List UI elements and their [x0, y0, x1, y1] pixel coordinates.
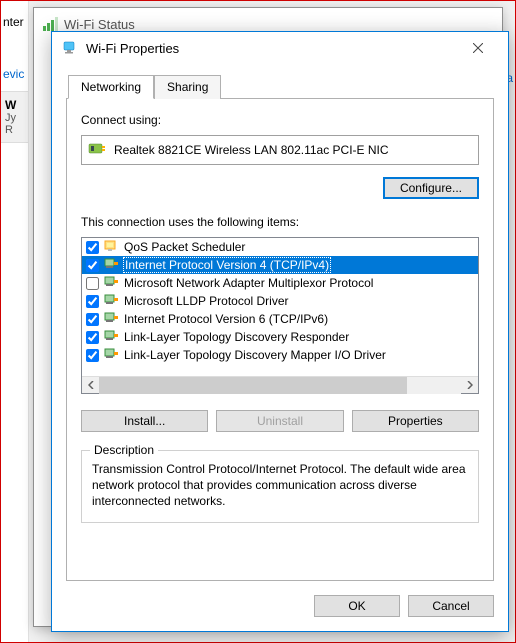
- list-item[interactable]: Microsoft Network Adapter Multiplexor Pr…: [82, 274, 478, 292]
- description-label: Description: [90, 443, 158, 457]
- chevron-right-icon: [467, 381, 473, 389]
- cancel-button[interactable]: Cancel: [408, 595, 494, 617]
- connect-using-label: Connect using:: [81, 113, 479, 127]
- protocol-icon: [103, 257, 119, 273]
- signal-icon: [42, 16, 58, 32]
- description-text: Transmission Control Protocol/Internet P…: [92, 461, 468, 510]
- list-item[interactable]: Link-Layer Topology Discovery Responder: [82, 328, 478, 346]
- titlebar[interactable]: Wi-Fi Properties: [52, 32, 508, 64]
- nic-icon: [88, 141, 106, 159]
- list-item[interactable]: Microsoft LLDP Protocol Driver: [82, 292, 478, 310]
- wifi-properties-dialog: Wi-Fi Properties Networking Sharing Conn…: [51, 31, 509, 632]
- scrollbar-thumb[interactable]: [99, 377, 407, 394]
- tab-networking[interactable]: Networking: [68, 75, 154, 99]
- bg-text: W Jy R: [1, 91, 28, 143]
- dialog-title: Wi-Fi Properties: [86, 41, 179, 56]
- list-item[interactable]: QoS Packet Scheduler: [82, 238, 478, 256]
- networking-panel: Connect using: Realtek 8821CE Wireless L…: [66, 99, 494, 581]
- item-checkbox[interactable]: [86, 241, 99, 254]
- configure-button[interactable]: Configure...: [383, 177, 479, 199]
- items-label: This connection uses the following items…: [81, 215, 479, 229]
- item-checkbox[interactable]: [86, 259, 99, 272]
- protocol-icon: [103, 293, 119, 309]
- item-label: Internet Protocol Version 4 (TCP/IPv4): [123, 257, 331, 273]
- item-checkbox[interactable]: [86, 277, 99, 290]
- adapter-name: Realtek 8821CE Wireless LAN 802.11ac PCI…: [114, 143, 389, 157]
- protocol-icon: [103, 311, 119, 327]
- description-group: Description Transmission Control Protoco…: [81, 450, 479, 523]
- bg-text: nter: [1, 11, 28, 33]
- close-button[interactable]: [458, 34, 498, 62]
- tab-sharing[interactable]: Sharing: [154, 75, 221, 99]
- item-label: Link-Layer Topology Discovery Responder: [123, 330, 350, 344]
- item-label: Internet Protocol Version 6 (TCP/IPv6): [123, 312, 329, 326]
- item-checkbox[interactable]: [86, 349, 99, 362]
- background-left-strip: nter evic W Jy R: [1, 1, 29, 642]
- uninstall-button: Uninstall: [216, 410, 343, 432]
- network-icon: [62, 40, 78, 56]
- list-item[interactable]: Internet Protocol Version 4 (TCP/IPv4): [82, 256, 478, 274]
- scroll-left-arrow[interactable]: [82, 377, 99, 394]
- item-label: Microsoft Network Adapter Multiplexor Pr…: [123, 276, 374, 290]
- item-checkbox[interactable]: [86, 295, 99, 308]
- properties-button[interactable]: Properties: [352, 410, 479, 432]
- connection-items-list[interactable]: QoS Packet Scheduler Internet Protocol Ve…: [81, 237, 479, 394]
- tab-strip: Networking Sharing: [66, 74, 494, 99]
- list-item[interactable]: Internet Protocol Version 6 (TCP/IPv6): [82, 310, 478, 328]
- protocol-icon: [103, 347, 119, 363]
- item-label: Microsoft LLDP Protocol Driver: [123, 294, 290, 308]
- item-label: QoS Packet Scheduler: [123, 240, 246, 254]
- item-label: Link-Layer Topology Discovery Mapper I/O…: [123, 348, 387, 362]
- item-checkbox[interactable]: [86, 331, 99, 344]
- close-icon: [473, 43, 483, 53]
- adapter-field[interactable]: Realtek 8821CE Wireless LAN 802.11ac PCI…: [81, 135, 479, 165]
- protocol-icon: [103, 275, 119, 291]
- item-checkbox[interactable]: [86, 313, 99, 326]
- ok-button[interactable]: OK: [314, 595, 400, 617]
- service-icon: [103, 239, 119, 255]
- protocol-icon: [103, 329, 119, 345]
- bg-text: evic: [1, 63, 28, 85]
- scroll-right-arrow[interactable]: [461, 377, 478, 394]
- horizontal-scrollbar[interactable]: [82, 376, 478, 393]
- install-button[interactable]: Install...: [81, 410, 208, 432]
- background-window-title: Wi-Fi Status: [64, 17, 135, 32]
- chevron-left-icon: [88, 381, 94, 389]
- list-item[interactable]: Link-Layer Topology Discovery Mapper I/O…: [82, 346, 478, 364]
